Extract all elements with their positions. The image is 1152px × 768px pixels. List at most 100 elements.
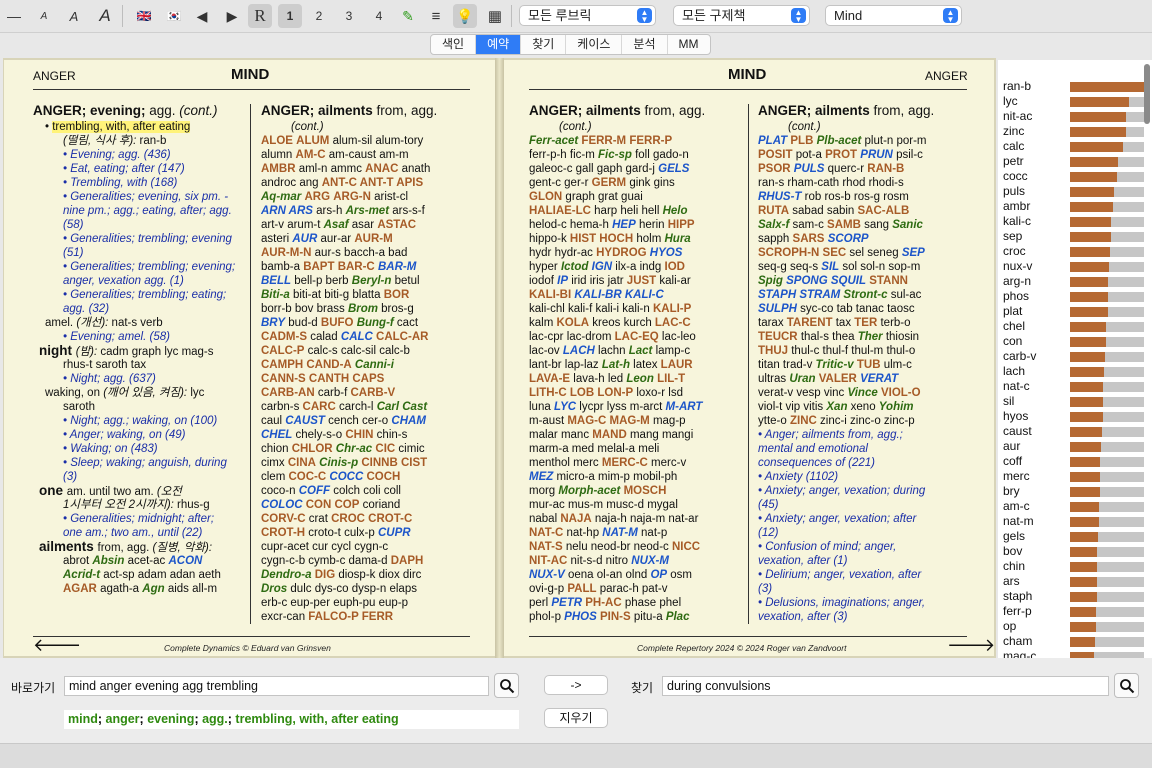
remedy-grade-4[interactable]: PULS (794, 163, 825, 175)
remedy-grade-2[interactable]: Xan (826, 401, 847, 413)
remedy-grade-4[interactable]: SPONG SQUIL (786, 275, 866, 287)
remedy-grade-4[interactable]: LYC (554, 401, 576, 413)
remedy-grade-4[interactable]: COLOC (261, 499, 303, 511)
remedy-grade-3[interactable]: LAVA-E (529, 373, 570, 385)
remedy-grade-3[interactable]: MOSCH (624, 485, 667, 497)
remedy-grade-2[interactable]: Ther (858, 331, 883, 343)
remedy-grade-3[interactable]: LAC-EQ (615, 331, 659, 343)
remedy-grade-3[interactable]: LITH-C LOB LON-P (529, 387, 633, 399)
remedy-grade-3[interactable]: LAC-C (655, 317, 691, 329)
cross-reference-text[interactable]: (51) (63, 247, 83, 259)
path-segment[interactable]: agg. (202, 712, 228, 726)
remedy-grade-3[interactable]: AM-C (296, 149, 326, 161)
remedy-grade-4[interactable]: PRUN (860, 149, 893, 161)
remedy-bar-row[interactable]: lyc (998, 94, 1148, 109)
cross-reference-text[interactable]: (3) (758, 583, 772, 595)
remedy-grade-2[interactable]: Dendro-a (261, 569, 311, 581)
path-segment[interactable]: evening (147, 712, 194, 726)
remedy-bar-row[interactable]: puls (998, 184, 1148, 199)
cross-reference-text[interactable]: (12) (758, 527, 778, 539)
book-select[interactable]: 모든 루브릭 ▲ ▼ (519, 5, 656, 26)
remedy-grade-3[interactable]: BUFO (321, 317, 354, 329)
forward-arrow-icon[interactable]: 🡒 (947, 636, 994, 654)
view-2-button[interactable]: 2 (308, 4, 330, 28)
remedy-grade-3[interactable]: PH-AC (585, 597, 621, 609)
cross-reference-text[interactable]: • Anxiety; anger, vexation; after (758, 513, 916, 525)
remedy-grade-3[interactable]: HIST HOCH (570, 233, 633, 245)
remedy-grade-2[interactable]: Plac (666, 611, 690, 623)
remedy-grade-3[interactable]: LAUR (661, 359, 693, 371)
cross-reference[interactable]: • Evening; agg. (436) (33, 148, 248, 162)
cross-reference[interactable]: consequences of (221) (758, 456, 972, 470)
selected-subrubric[interactable]: trembling, with, after eating (52, 121, 191, 133)
remedy-grade-3[interactable]: CHIN (345, 429, 373, 441)
remedy-grade-2[interactable]: Leon (626, 373, 653, 385)
remedy-grade-3[interactable]: CINA (288, 457, 316, 469)
cross-reference-text[interactable]: • Night; agg.; waking, on (100) (63, 415, 217, 427)
remedy-grade-3[interactable]: MAND (592, 429, 627, 441)
remedy-grade-2[interactable]: Lact (629, 345, 653, 357)
view-4-button[interactable]: 4 (368, 4, 390, 28)
remedy-grade-3[interactable]: ARG (304, 191, 330, 203)
remedy-grade-3[interactable]: ASTAC (377, 219, 416, 231)
tab-index[interactable]: 색인 (431, 35, 477, 54)
tab-case[interactable]: 케이스 (566, 35, 623, 54)
cross-reference-text[interactable]: • Anxiety (1102) (758, 471, 838, 483)
remedy-grade-4[interactable]: CAUST (285, 415, 325, 427)
remedy-bar-row[interactable]: kali-c (998, 214, 1148, 229)
remedy-grade-3[interactable]: VIOL-O (881, 387, 921, 399)
remedy-grade-2[interactable]: Stront-c (843, 289, 887, 301)
cross-reference-text[interactable]: one am.; two am., until (22) (63, 527, 202, 539)
remedy-grade-3[interactable]: BOR (384, 289, 410, 301)
remedy-grade-4[interactable]: NUX-V (529, 569, 565, 581)
remedy-grade-4[interactable]: CUPR (378, 527, 411, 539)
remedy-grade-3[interactable]: NAT-S (529, 541, 563, 553)
remedy-bar-row[interactable]: nat-m (998, 514, 1148, 529)
remedy-bar-row[interactable]: caust (998, 424, 1148, 439)
remedy-bar-row[interactable]: arg-n (998, 274, 1148, 289)
remedy-grade-3[interactable]: ALOE (261, 135, 293, 147)
cross-reference[interactable]: • Delirium; anger, vexation, after (758, 568, 972, 582)
remedy-grade-3[interactable]: HYDROG (596, 247, 646, 259)
remedy-grade-3[interactable]: ARG-N (333, 191, 371, 203)
chapter-select[interactable]: Mind ▲ ▼ (825, 5, 962, 26)
remedy-grade-4[interactable]: STAPH STRAM (758, 289, 840, 301)
cross-reference-text[interactable]: • Evening; amel. (58) (63, 331, 170, 343)
cross-reference-text[interactable]: vexation, after (3) (758, 611, 847, 623)
remedy-grade-3[interactable]: CALC-AR (376, 331, 428, 343)
remedy-grade-3[interactable]: CON COP (306, 499, 360, 511)
remedy-grade-3[interactable]: CROC (331, 513, 365, 525)
cross-reference[interactable]: nine pm.; agg.; eating, after; agg. (33, 204, 248, 218)
remedy-grade-2[interactable]: Dros (261, 583, 287, 595)
cross-reference-text[interactable]: (45) (758, 499, 778, 511)
remedy-grade-3[interactable]: NAJA (560, 513, 591, 525)
remedy-grade-3[interactable]: CIC (375, 443, 395, 455)
remedy-grade-3[interactable]: MERC-C (602, 457, 648, 469)
remedy-grade-3[interactable]: TARENT (787, 317, 833, 329)
cross-reference[interactable]: (51) (33, 246, 248, 260)
remedy-grade-3[interactable]: THUJ (758, 345, 788, 357)
remedy-grade-2[interactable]: Chr-ac (336, 443, 372, 455)
remedy-grade-3[interactable]: CARC (303, 401, 336, 413)
remedy-grade-3[interactable]: COCH (366, 471, 400, 483)
remedy-grade-4[interactable]: HYOS (650, 247, 683, 259)
remedy-bar-row[interactable]: nat-c (998, 379, 1148, 394)
remedy-grade-3[interactable]: BAPT BAR-C (303, 261, 375, 273)
remedy-bar-row[interactable]: carb-v (998, 349, 1148, 364)
remedy-grade-4[interactable]: IP (557, 275, 568, 287)
cross-reference-text[interactable]: • Delusions, imaginations; anger, (758, 597, 925, 609)
path-segment[interactable]: trembling, with, after eating (235, 712, 398, 726)
remedy-grade-2[interactable]: Spig (758, 275, 783, 287)
remedy-grade-3[interactable]: SARS (793, 233, 825, 245)
remedy-grade-2[interactable]: Yohim (879, 401, 914, 413)
remedy-grade-3[interactable]: MAG-C MAG-M (567, 415, 649, 427)
cross-reference[interactable]: • Waking; on (483) (33, 442, 248, 456)
remedy-grade-3[interactable]: KALI-BI (529, 289, 571, 301)
remedy-grade-3[interactable]: NAT-C (529, 527, 563, 539)
remedy-bar-row[interactable]: bov (998, 544, 1148, 559)
cross-reference[interactable]: • Anxiety; anger, vexation; after (758, 512, 972, 526)
cross-reference[interactable]: (3) (33, 470, 248, 484)
remedy-grade-3[interactable]: VALER (819, 373, 857, 385)
cross-reference-text[interactable]: • Generalities; trembling; eating; (63, 289, 226, 301)
cross-reference-text[interactable]: (3) (63, 471, 77, 483)
